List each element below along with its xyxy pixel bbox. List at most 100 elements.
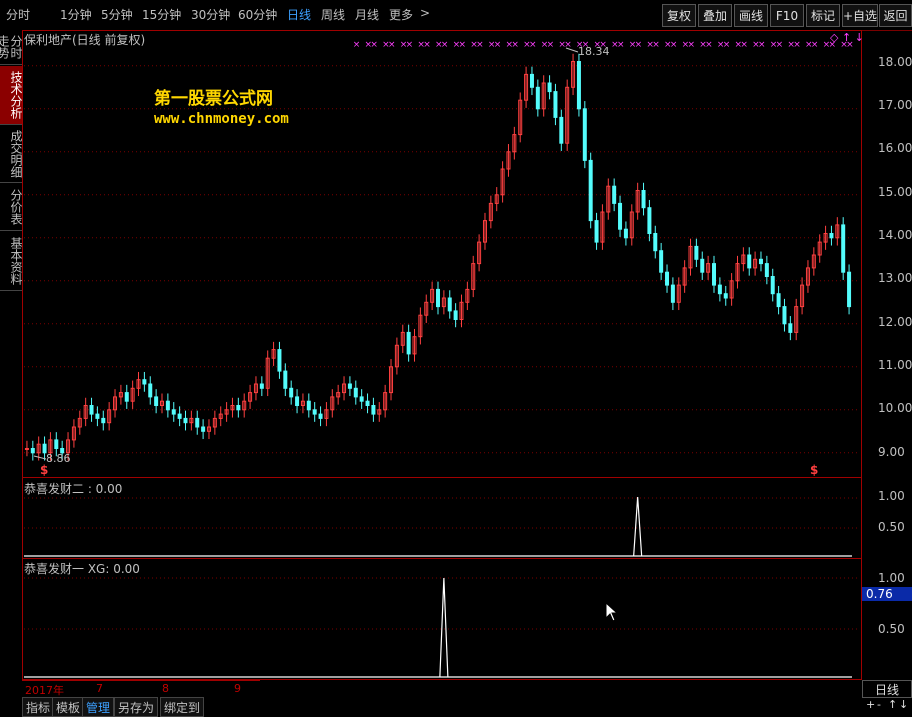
candle-body [770, 276, 775, 295]
candle-body [148, 383, 153, 398]
signal-x-mark: × [353, 40, 361, 50]
signal-x-mark: × [635, 40, 643, 50]
date-tick: 9 [234, 682, 241, 695]
candle-body [347, 383, 352, 389]
signal-x-mark: × [529, 40, 537, 50]
candle-body [295, 396, 300, 406]
date-tick: 8 [162, 682, 169, 695]
signal-x-mark: × [740, 40, 748, 50]
candle-body [436, 288, 440, 308]
save-as-tab[interactable]: 另存为 [114, 697, 159, 717]
signal-x-mark: × [846, 40, 854, 50]
candle-body [612, 185, 617, 204]
candle-body [529, 73, 534, 88]
candle-body [764, 263, 769, 278]
candle-body [576, 61, 581, 110]
candle-body [659, 250, 664, 273]
zoom-in-icon[interactable]: + [866, 698, 875, 711]
candle-body [236, 405, 241, 411]
candle-body [359, 396, 364, 402]
mouse-pointer-icon [605, 602, 619, 622]
signal-x-mark: × [670, 40, 678, 50]
candle-body [24, 448, 29, 450]
candle-body [177, 413, 182, 419]
candle-body [829, 233, 834, 239]
indicator-tab[interactable]: 指标 [22, 697, 55, 717]
period-indicator[interactable]: 日线 [862, 680, 912, 698]
signal-x-mark: × [828, 40, 836, 50]
candle-body [723, 293, 728, 299]
candle-body [171, 409, 176, 415]
candle-body [101, 417, 106, 424]
indicator1-spike [633, 496, 643, 557]
signal-x-mark: × [652, 40, 660, 50]
candle-body [788, 323, 793, 333]
candle-body [154, 396, 159, 406]
signal-x-mark: × [758, 40, 766, 50]
candle-body [582, 108, 587, 161]
candle-body [371, 405, 376, 415]
signal-x-mark: × [370, 40, 378, 50]
candle-body [618, 202, 623, 230]
signal-mark: $ [40, 463, 49, 477]
candle-body [653, 233, 658, 252]
date-tick: 2017年 [25, 684, 64, 697]
candle-body [447, 297, 452, 312]
signal-x-mark: × [617, 40, 625, 50]
signal-x-mark: × [688, 40, 696, 50]
template-tab[interactable]: 模板 [52, 697, 85, 717]
candle-body [694, 245, 699, 260]
signal-x-mark: × [511, 40, 519, 50]
candle-body [535, 86, 540, 110]
signal-x-mark: × [458, 40, 466, 50]
signal-x-mark: × [423, 40, 431, 50]
low-price-label: 8.86 [46, 452, 71, 465]
candle-body [559, 116, 564, 144]
signal-x-mark: × [705, 40, 713, 50]
candle-body [30, 448, 35, 454]
signal-x-mark: × [793, 40, 801, 50]
bind-to-tab[interactable]: 绑定到 [160, 697, 205, 717]
candle-body [277, 349, 282, 372]
candle-body [312, 409, 317, 415]
candle-body [594, 220, 599, 243]
signal-x-mark: × [476, 40, 484, 50]
candle-body [142, 379, 147, 385]
high-price-label: 18.34 [578, 45, 610, 58]
candle-body [54, 439, 59, 449]
signal-x-mark: × [494, 40, 502, 50]
scroll-down-icon[interactable]: ↓ [899, 698, 908, 711]
manage-tab[interactable]: 管理 [82, 697, 115, 717]
candle-body [165, 400, 170, 411]
candle-body [782, 306, 787, 325]
candle-body [183, 417, 188, 424]
candle-body [195, 417, 200, 428]
candle-body [776, 293, 781, 308]
zoom-out-icon[interactable]: - [877, 698, 881, 711]
date-tick: 7 [96, 682, 103, 695]
candle-body [453, 310, 458, 320]
candle-body [289, 387, 294, 398]
candle-body [623, 228, 628, 239]
candle-body [665, 271, 670, 286]
candle-body [283, 370, 288, 389]
candle-body [712, 263, 716, 286]
candle-body [717, 284, 722, 295]
candle-body [641, 190, 646, 209]
candle-body [847, 271, 852, 308]
candle-body [318, 413, 323, 419]
signal-x-mark: × [406, 40, 414, 50]
candle-body [124, 392, 129, 402]
candle-body [700, 258, 705, 273]
signal-x-mark: × [388, 40, 396, 50]
candle-body [365, 400, 370, 407]
candle-body [89, 405, 94, 415]
signal-x-mark: × [441, 40, 449, 50]
indicator2-spike [439, 577, 449, 678]
candle-body [647, 207, 652, 234]
candle-body [95, 413, 100, 419]
candle-body [841, 224, 846, 273]
candle-body [553, 91, 558, 118]
scroll-up-icon[interactable]: ↑ [888, 698, 897, 711]
signal-x-mark: × [776, 40, 784, 50]
